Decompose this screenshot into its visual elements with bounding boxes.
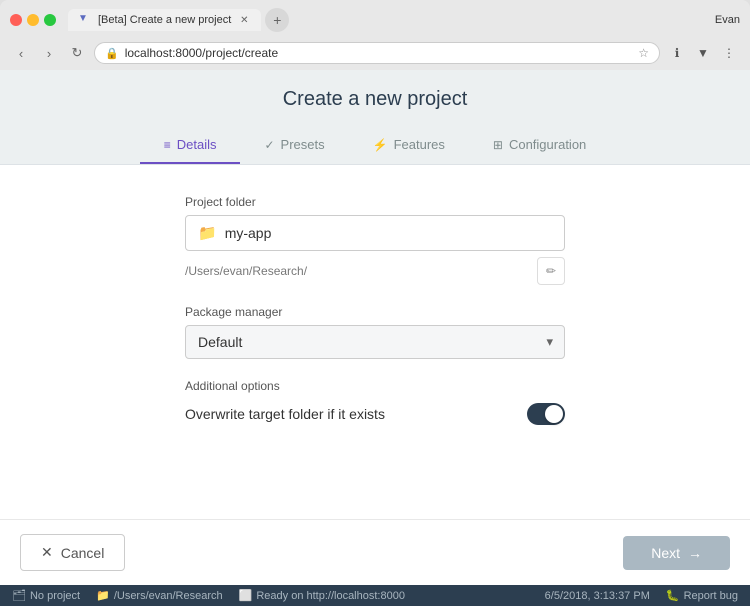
configuration-tab-icon: ⊞ [493,138,503,152]
info-button[interactable]: ℹ [666,42,688,64]
page-content: Project folder 📁 my-app /Users/evan/Rese… [0,165,750,519]
browser-tab[interactable]: ▼ [Beta] Create a new project ✕ [68,9,261,31]
maximize-button[interactable] [44,14,56,26]
cancel-button[interactable]: ✕ Cancel [20,534,125,571]
reload-button[interactable]: ↻ [66,42,88,64]
close-button[interactable] [10,14,22,26]
address-bar-row: ‹ › ↻ 🔒 localhost:8000/project/create ☆ … [0,38,750,70]
tab-configuration[interactable]: ⊞ Configuration [469,127,610,164]
package-manager-label: Package manager [185,305,565,319]
package-manager-select-wrapper: Default npm yarn [185,325,565,359]
report-bug-button[interactable]: 🐛 Report bug [666,589,738,602]
menu-button[interactable]: ⋮ [718,42,740,64]
cancel-icon: ✕ [41,544,53,561]
tab-details[interactable]: ≡ Details [140,127,241,164]
next-arrow-icon: → [688,545,702,561]
no-project-icon: 🗂 [12,589,26,602]
path-icon: 📁 [96,589,110,602]
project-folder-input[interactable]: 📁 my-app [185,215,565,251]
next-label: Next [651,545,680,561]
terminal-icon: ⬜ [239,589,253,602]
status-ready-text: Ready on http://localhost:8000 [256,590,405,602]
traffic-lights [10,14,56,26]
form-container: Project folder 📁 my-app /Users/evan/Rese… [185,195,565,445]
additional-options-label: Additional options [185,379,565,393]
presets-tab-icon: ✓ [264,138,274,152]
tabs-row: ≡ Details ✓ Presets ⚡ Features ⊞ Configu… [0,127,750,164]
extension-button[interactable]: ▼ [692,42,714,64]
status-path-text: /Users/evan/Research [114,590,223,602]
status-bar: 🗂 No project 📁 /Users/evan/Research ⬜ Re… [0,585,750,606]
status-datetime: 6/5/2018, 3:13:37 PM [545,590,650,602]
user-name: Evan [715,14,740,26]
toggle-knob [545,405,563,423]
overwrite-option-label: Overwrite target folder if it exists [185,406,385,422]
page-title: Create a new project [0,88,750,111]
folder-name: my-app [225,225,272,241]
configuration-tab-label: Configuration [509,137,586,152]
browser-chrome: ▼ [Beta] Create a new project ✕ + Evan ‹… [0,0,750,70]
status-path: 📁 /Users/evan/Research [96,589,223,602]
bug-icon: 🐛 [666,589,680,602]
no-project-text: No project [30,590,80,602]
new-tab-button[interactable]: + [265,8,289,32]
project-folder-label: Project folder [185,195,565,209]
folder-icon: 📁 [198,224,217,242]
cancel-label: Cancel [61,545,105,561]
tab-close-button[interactable]: ✕ [237,13,251,27]
details-tab-icon: ≡ [164,138,171,152]
status-right: 6/5/2018, 3:13:37 PM 🐛 Report bug [545,589,738,602]
app-window: Create a new project ≡ Details ✓ Presets… [0,70,750,585]
bookmark-icon[interactable]: ☆ [638,46,649,60]
tab-favicon: ▼ [78,13,92,27]
details-tab-label: Details [177,137,217,152]
project-folder-group: Project folder 📁 my-app /Users/evan/Rese… [185,195,565,285]
status-ready: ⬜ Ready on http://localhost:8000 [239,589,405,602]
status-no-project: 🗂 No project [12,589,80,602]
forward-button[interactable]: › [38,42,60,64]
page-footer: ✕ Cancel Next → [0,519,750,585]
browser-actions: ℹ ▼ ⋮ [666,42,740,64]
package-manager-group: Package manager Default npm yarn [185,305,565,359]
tab-area: ▼ [Beta] Create a new project ✕ + [68,8,709,32]
next-button[interactable]: Next → [623,536,730,570]
back-button[interactable]: ‹ [10,42,32,64]
package-manager-select[interactable]: Default npm yarn [185,325,565,359]
features-tab-icon: ⚡ [373,138,388,152]
tab-presets[interactable]: ✓ Presets [240,127,348,164]
path-row: /Users/evan/Research/ ✏ [185,257,565,285]
additional-options-group: Additional options Overwrite target fold… [185,379,565,425]
minimize-button[interactable] [27,14,39,26]
url-text: localhost:8000/project/create [125,46,633,60]
folder-path: /Users/evan/Research/ [185,264,307,278]
edit-path-button[interactable]: ✏ [537,257,565,285]
features-tab-label: Features [394,137,445,152]
overwrite-toggle[interactable] [527,403,565,425]
address-bar[interactable]: 🔒 localhost:8000/project/create ☆ [94,42,660,64]
overwrite-option-row: Overwrite target folder if it exists [185,403,565,425]
report-bug-label: Report bug [684,590,738,602]
lock-icon: 🔒 [105,47,119,60]
tab-title: [Beta] Create a new project [98,14,231,26]
presets-tab-label: Presets [281,137,325,152]
page-header: Create a new project ≡ Details ✓ Presets… [0,70,750,165]
tab-features[interactable]: ⚡ Features [349,127,469,164]
